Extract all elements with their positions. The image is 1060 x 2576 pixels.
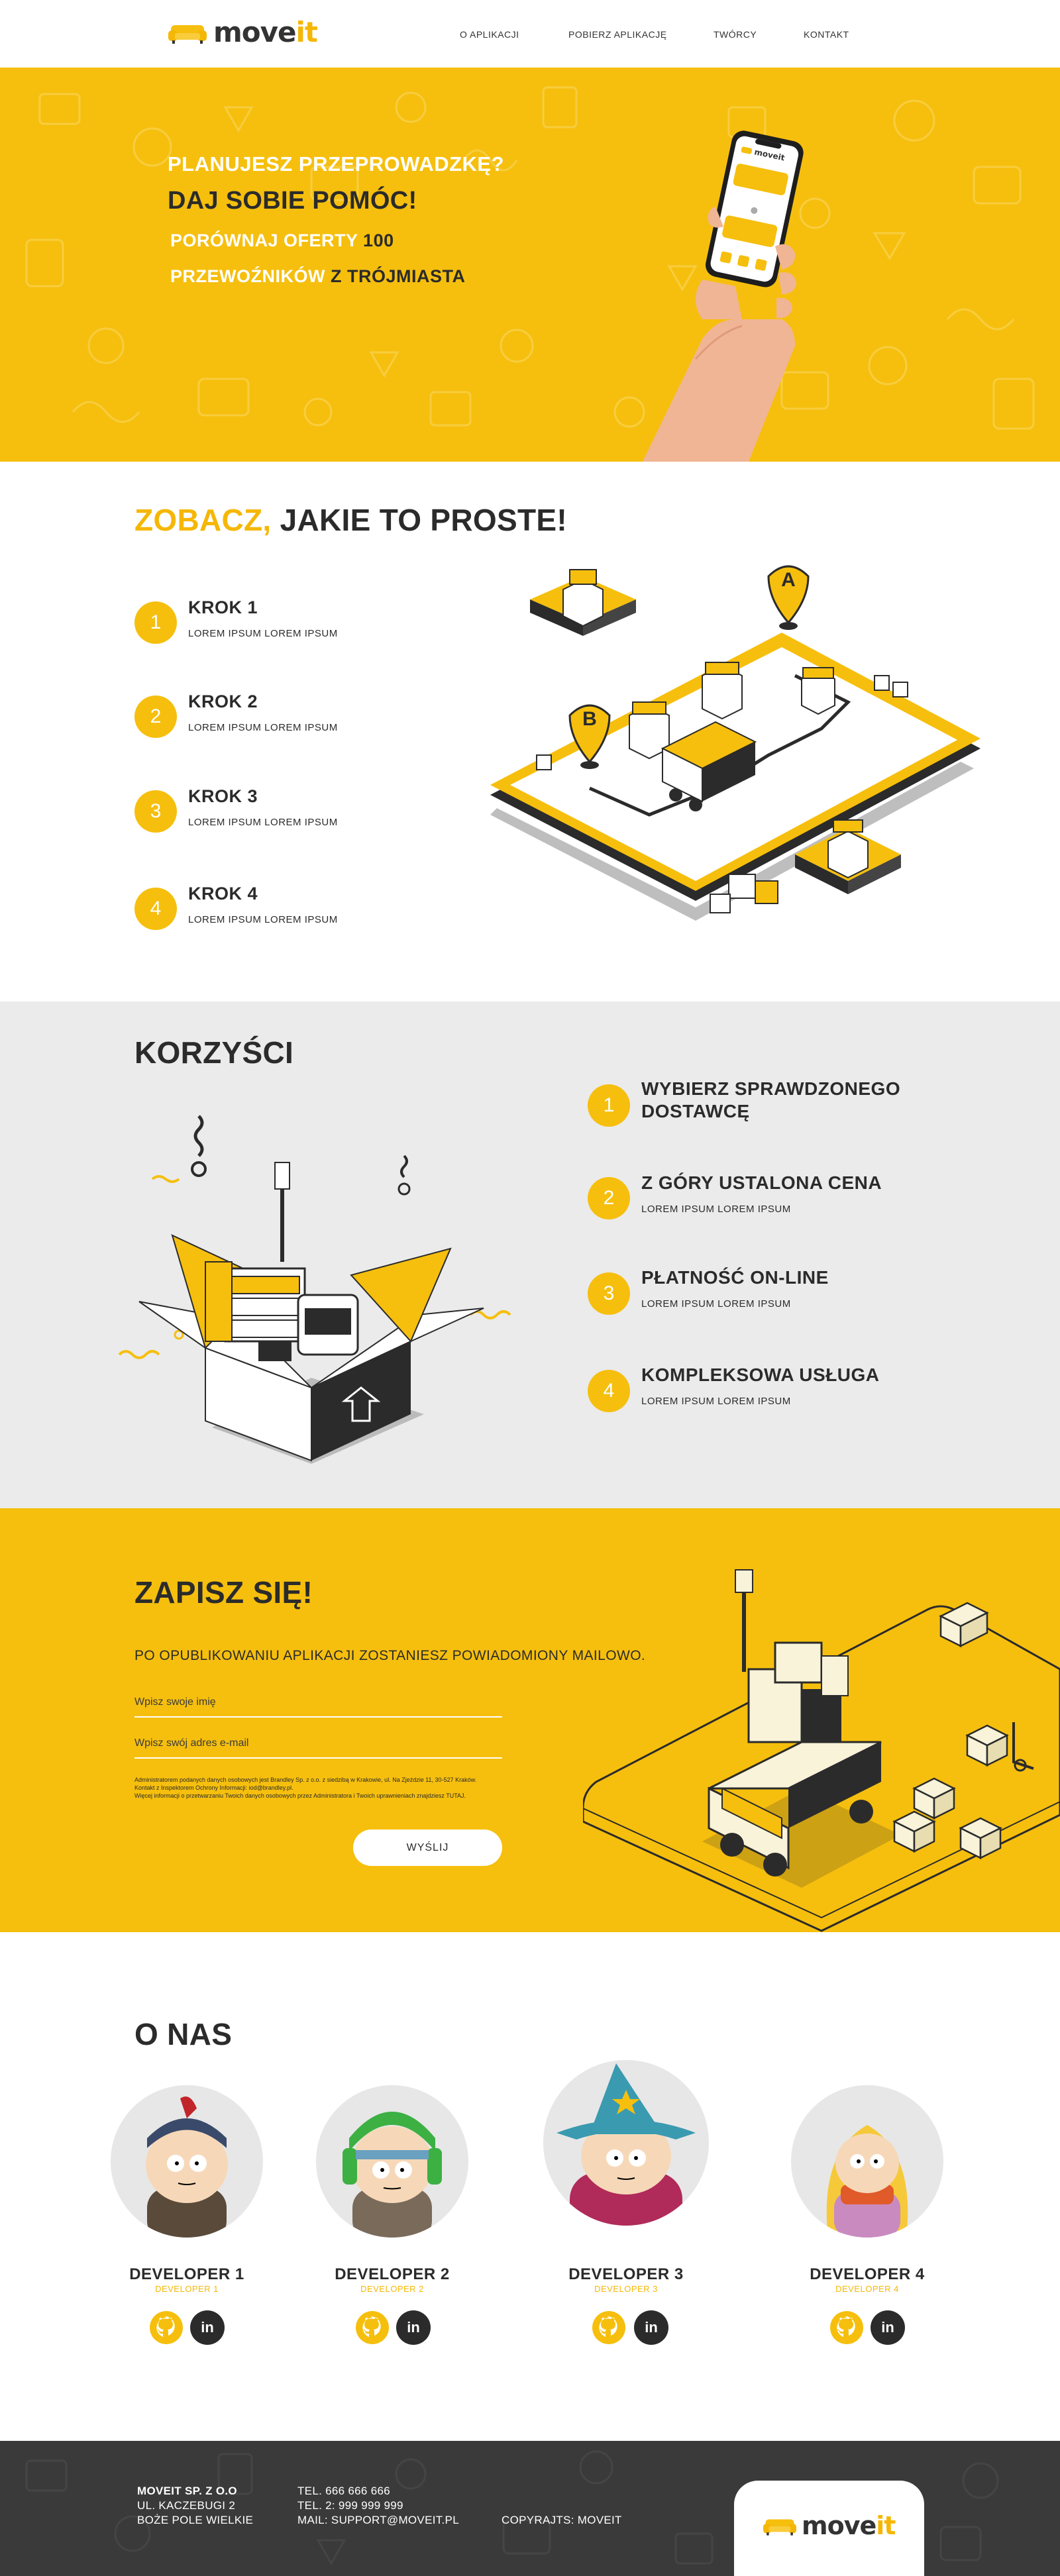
step-4-number: 4 bbox=[134, 888, 177, 930]
developer-3-linkedin-icon[interactable]: in bbox=[634, 2310, 668, 2345]
signup-title: ZAPISZ SIĘ! bbox=[134, 1575, 313, 1610]
footer-logo[interactable]: moveit bbox=[763, 2511, 896, 2540]
pin-a-label: A bbox=[781, 569, 796, 591]
email-field[interactable] bbox=[134, 1729, 502, 1759]
site-header: moveit O APLIKACJI POBIERZ APLIKACJĘ TWÓ… bbox=[0, 0, 1060, 68]
nav-about-app[interactable]: O APLIKACJI bbox=[460, 29, 519, 40]
nav-download-app[interactable]: POBIERZ APLIKACJĘ bbox=[568, 29, 667, 40]
step-1-title: KROK 1 bbox=[188, 597, 258, 617]
benefits-title: KORZYŚCI bbox=[134, 1035, 294, 1070]
step-2-desc: LOREM IPSUM LOREM IPSUM bbox=[188, 722, 338, 733]
footer-company: MOVEIT SP. Z O.O bbox=[137, 2485, 237, 2497]
developer-1-linkedin-icon[interactable]: in bbox=[190, 2310, 225, 2345]
send-button[interactable]: WYŚLIJ bbox=[353, 1829, 502, 1866]
footer-logo-card: moveit bbox=[734, 2481, 924, 2576]
step-1-desc: LOREM IPSUM LOREM IPSUM bbox=[188, 628, 338, 639]
step-1-number: 1 bbox=[134, 601, 177, 644]
benefit-2-title: Z GÓRY USTALONA CENA bbox=[641, 1172, 882, 1193]
open-box-furniture-illustration bbox=[118, 1115, 511, 1464]
footer-copyright: COPYRAJTS: MOVEIT bbox=[502, 2514, 622, 2526]
hero-headline: DAJ SOBIE POMÓC! bbox=[168, 187, 417, 215]
benefit-3-desc: LOREM IPSUM LOREM IPSUM bbox=[641, 1298, 791, 1310]
developer-1-name: DEVELOPER 1 bbox=[129, 2265, 244, 2283]
step-4-title: KROK 4 bbox=[188, 884, 258, 903]
benefit-2-number: 2 bbox=[588, 1177, 630, 1219]
developer-4-name: DEVELOPER 4 bbox=[810, 2265, 925, 2283]
developer-4-linkedin-icon[interactable]: in bbox=[871, 2310, 905, 2345]
developer-1-role: DEVELOPER 1 bbox=[155, 2284, 219, 2294]
step-4-desc: LOREM IPSUM LOREM IPSUM bbox=[188, 914, 338, 925]
developer-1-github-icon[interactable] bbox=[149, 2310, 184, 2345]
steps-title: ZOBACZ, JAKIE TO PROSTE! bbox=[134, 503, 567, 537]
footer-city: BOŻE POLE WIELKIE bbox=[137, 2514, 254, 2526]
team-title: O NAS bbox=[134, 2017, 233, 2051]
step-3-desc: LOREM IPSUM LOREM IPSUM bbox=[188, 817, 338, 828]
developer-3-github-icon[interactable] bbox=[592, 2310, 626, 2345]
developer-2-role: DEVELOPER 2 bbox=[360, 2284, 424, 2294]
benefit-1-title-l1: WYBIERZ SPRAWDZONEGO bbox=[641, 1078, 901, 1099]
privacy-consent-text: Administratorem podanych danych osobowyc… bbox=[134, 1777, 477, 1799]
step-2-title: KROK 2 bbox=[188, 692, 258, 711]
step-2-number: 2 bbox=[134, 696, 177, 738]
developer-2-name: DEVELOPER 2 bbox=[335, 2265, 450, 2283]
developer-4-avatar bbox=[791, 2085, 943, 2238]
developer-4-role: DEVELOPER 4 bbox=[835, 2284, 899, 2294]
signup-description: PO OPUBLIKOWANIU APLIKACJI ZOSTANIESZ PO… bbox=[134, 1648, 646, 1663]
developer-2-github-icon[interactable] bbox=[355, 2310, 390, 2345]
main-nav: O APLIKACJI POBIERZ APLIKACJĘ TWÓRCY KON… bbox=[0, 29, 1060, 42]
footer-email[interactable]: MAIL: SUPPORT@MOVEIT.PL bbox=[297, 2513, 459, 2527]
benefit-3-number: 3 bbox=[588, 1272, 630, 1315]
sofa-icon bbox=[763, 2519, 796, 2536]
developer-2-avatar bbox=[316, 2085, 468, 2238]
step-3-title: KROK 3 bbox=[188, 786, 258, 806]
benefit-1-number: 1 bbox=[588, 1084, 630, 1127]
name-field[interactable] bbox=[134, 1688, 502, 1718]
footer-street: UL. KACZEBUGI 2 bbox=[137, 2499, 236, 2512]
benefit-4-number: 4 bbox=[588, 1370, 630, 1412]
footer-phone-2: TEL. 2: 999 999 999 bbox=[297, 2499, 403, 2512]
nav-contact[interactable]: KONTAKT bbox=[804, 29, 849, 40]
hero-compare-line: PORÓWNAJ OFERTY 100 bbox=[170, 231, 394, 250]
developer-3-role: DEVELOPER 3 bbox=[594, 2284, 658, 2294]
developer-4-github-icon[interactable] bbox=[829, 2310, 864, 2345]
moving-truck-illustration bbox=[583, 1569, 1060, 1932]
benefit-2-desc: LOREM IPSUM LOREM IPSUM bbox=[641, 1204, 791, 1215]
hero-carriers-line: PRZEWOŹNIKÓW Z TRÓJMIASTA bbox=[170, 266, 466, 286]
footer-phone-1: TEL. 666 666 666 bbox=[297, 2485, 390, 2497]
step-3-number: 3 bbox=[134, 790, 177, 833]
footer-logo-text: moveit bbox=[802, 2511, 896, 2540]
developer-2-linkedin-icon[interactable]: in bbox=[396, 2310, 431, 2345]
pin-b-label: B bbox=[582, 708, 597, 730]
developer-3-name: DEVELOPER 3 bbox=[568, 2265, 684, 2283]
benefit-4-title: KOMPLEKSOWA USŁUGA bbox=[641, 1365, 880, 1385]
hero-background-pattern bbox=[25, 86, 1035, 430]
developer-1-avatar bbox=[111, 2085, 263, 2238]
benefit-4-desc: LOREM IPSUM LOREM IPSUM bbox=[641, 1396, 791, 1407]
benefit-3-title: PŁATNOŚĆ ON-LINE bbox=[641, 1267, 829, 1288]
isometric-phone-map-illustration: A B bbox=[490, 565, 980, 921]
developer-3-avatar bbox=[543, 2060, 709, 2226]
nav-creators[interactable]: TWÓRCY bbox=[714, 29, 757, 40]
benefit-1-title-l2: DOSTAWCĘ bbox=[641, 1101, 750, 1121]
hero-section: PLANUJESZ PRZEPROWADZKĘ? DAJ SOBIE POMÓC… bbox=[0, 68, 1060, 462]
hero-question: PLANUJESZ PRZEPROWADZKĘ? bbox=[168, 152, 505, 176]
hand-holding-phone-illustration: moveit bbox=[643, 130, 804, 462]
